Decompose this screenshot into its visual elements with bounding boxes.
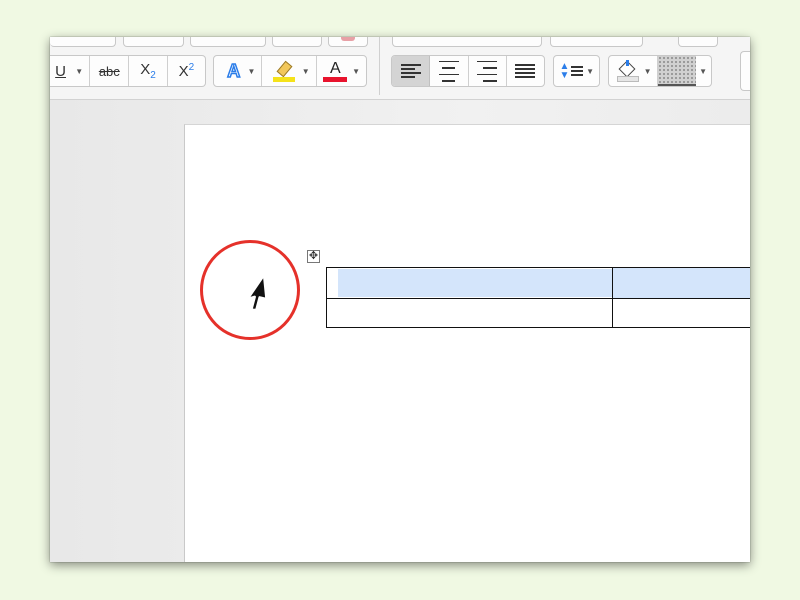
font-color-button[interactable]: A ▼ (317, 56, 366, 86)
align-right-button[interactable] (469, 56, 507, 86)
indent-button[interactable] (550, 37, 643, 47)
document-table (325, 267, 750, 328)
superscript-icon: X2 (178, 62, 195, 80)
table-row[interactable] (325, 298, 750, 328)
table-cell[interactable] (325, 267, 614, 299)
text-effects-button[interactable]: A ▼ (214, 56, 263, 86)
font-color-icon: A (323, 60, 348, 82)
shading-borders-group: ▼ ▼ (608, 55, 712, 87)
table-move-handle[interactable]: ✥ (307, 250, 320, 263)
table-cell[interactable] (612, 267, 750, 299)
text-format-group: U ▼ abc X2 X2 (50, 55, 206, 87)
bullets-button[interactable] (392, 37, 542, 47)
align-center-button[interactable] (430, 56, 469, 86)
superscript-button[interactable]: X2 (168, 56, 205, 86)
document-page[interactable]: ✥ (184, 124, 750, 562)
line-spacing-icon: ▲ ▼ (560, 62, 584, 81)
table-move-icon: ✥ (308, 250, 319, 262)
strikethrough-button[interactable]: abc (90, 56, 130, 86)
word-window: U ▼ abc X2 X2 A ▼ ▼ A ▼ ▲ ▼ ▼ ▼ ▼ ✥ (50, 37, 750, 562)
align-left-button[interactable] (392, 56, 431, 86)
subscript-button[interactable]: X2 (129, 56, 168, 86)
cell-selection (338, 269, 613, 297)
styles-gallery[interactable] (740, 51, 750, 91)
table-cell[interactable] (325, 298, 614, 328)
borders-caret[interactable]: ▼ (699, 67, 707, 76)
eraser-icon (341, 37, 355, 41)
justify-button[interactable] (507, 56, 544, 86)
subscript-icon: X2 (140, 61, 156, 81)
underline-button[interactable]: U ▼ (50, 56, 91, 86)
text-effects-caret[interactable]: ▼ (247, 67, 255, 76)
clear-format-button[interactable] (328, 37, 368, 47)
table-cell[interactable] (612, 298, 750, 328)
strikethrough-icon: abc (98, 63, 120, 79)
font-grow-shrink-group[interactable] (190, 37, 266, 47)
ribbon-toolbar: U ▼ abc X2 X2 A ▼ ▼ A ▼ ▲ ▼ ▼ ▼ ▼ (50, 37, 750, 100)
shading-button[interactable]: ▼ (609, 56, 658, 86)
underline-icon: U (55, 62, 66, 80)
align-left-icon (400, 62, 421, 81)
text-effects-group: A ▼ ▼ A ▼ (213, 55, 367, 87)
document-area: ✥ (50, 100, 750, 562)
text-effects-icon: A (226, 60, 241, 82)
align-right-icon (477, 58, 498, 84)
font-name-box[interactable] (50, 37, 116, 47)
justify-icon (515, 62, 536, 81)
underline-dropdown-caret[interactable]: ▼ (75, 67, 83, 76)
highlight-icon (273, 60, 296, 82)
alignment-group (391, 55, 545, 87)
borders-icon (657, 56, 696, 86)
shading-caret[interactable]: ▼ (644, 67, 652, 76)
line-spacing-button[interactable]: ▲ ▼ ▼ (553, 55, 600, 87)
shading-icon (616, 60, 639, 82)
mouse-cursor-icon (246, 273, 268, 312)
highlight-caret[interactable]: ▼ (302, 67, 310, 76)
line-spacing-caret[interactable]: ▼ (586, 67, 594, 76)
font-size-box[interactable] (123, 37, 184, 47)
font-color-caret[interactable]: ▼ (352, 67, 360, 76)
table-row[interactable] (325, 267, 750, 299)
align-center-icon (438, 58, 459, 84)
highlight-button[interactable]: ▼ (262, 56, 317, 86)
ribbon-divider (379, 37, 380, 95)
change-case-button[interactable] (272, 37, 322, 47)
borders-button[interactable]: ▼ (657, 56, 711, 86)
paragraph-marks-button[interactable] (678, 37, 718, 47)
